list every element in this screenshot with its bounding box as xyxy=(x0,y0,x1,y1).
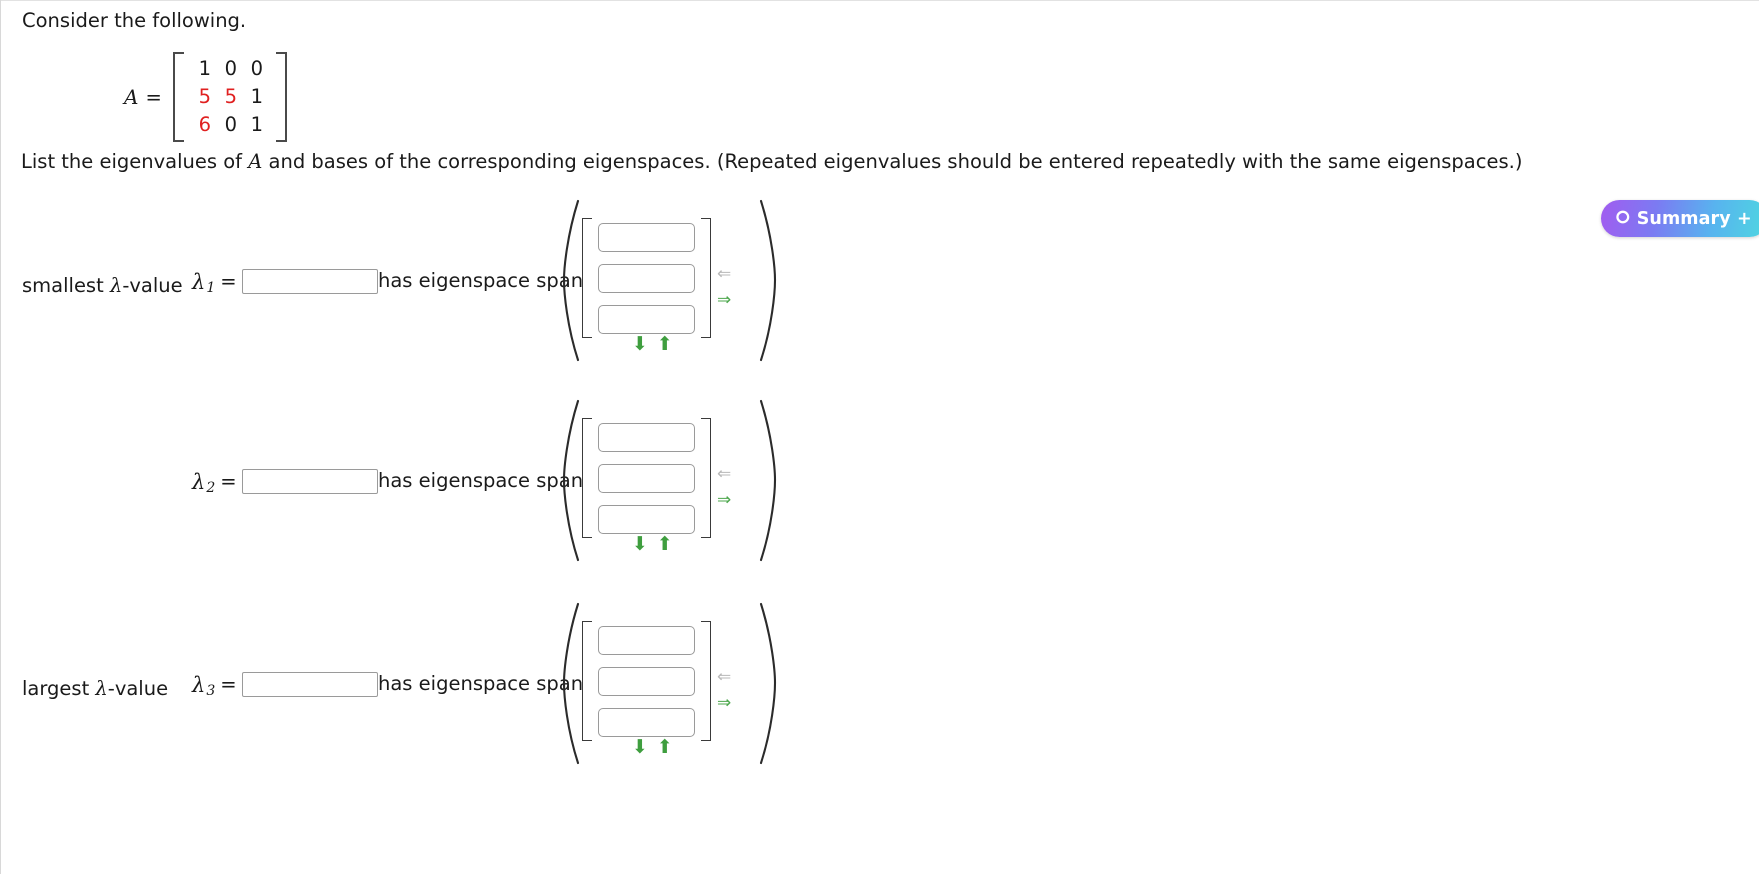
matrix-label: A xyxy=(124,85,139,109)
matrix-cell: 5 xyxy=(224,85,237,108)
arrow-down-icon[interactable]: ⬇ xyxy=(632,738,648,757)
arrow-up-icon[interactable]: ⬆ xyxy=(657,335,673,354)
eigen-row-2: λ2 = has eigenspace span ⇐ ⇒ ⬇ ⬆ xyxy=(0,395,1400,595)
top-divider xyxy=(0,0,1759,1)
rank-label-suffix: -value xyxy=(122,274,183,297)
eigenspace-span-label-2: has eigenspace span xyxy=(378,469,584,492)
arrow-up-icon[interactable]: ⬆ xyxy=(657,738,673,757)
vector-input-stack xyxy=(592,222,701,334)
arrow-right-icon[interactable]: ⇒ xyxy=(717,694,731,712)
vector-right-bracket xyxy=(701,218,711,338)
circle-plus-icon: ⭘ xyxy=(1616,208,1630,228)
vector-cell-2[interactable] xyxy=(598,463,695,493)
matrix-left-bracket xyxy=(172,52,184,142)
lambda-3-group: λ3 = xyxy=(192,672,378,699)
eigenspace-span-label-3: has eigenspace span xyxy=(378,672,584,695)
vector-left-bracket xyxy=(582,418,592,538)
lambda-subscript: 2 xyxy=(206,479,216,496)
vector-input-stack xyxy=(592,625,701,737)
vector-side-arrow-controls: ⇐ ⇒ xyxy=(717,668,731,712)
eigenspace-span-label-1: has eigenspace span xyxy=(378,269,584,292)
lambda-symbol: λ xyxy=(192,269,206,294)
instruction-part-1: List the eigenvalues of xyxy=(21,150,249,173)
lambda-equals: = xyxy=(220,673,237,696)
matrix-cell: 0 xyxy=(250,57,263,80)
matrix-A: A = 1 0 0 5 5 1 6 0 1 xyxy=(124,52,287,142)
right-paren xyxy=(757,601,779,765)
lambda-2-input[interactable] xyxy=(241,469,378,494)
vector-side-arrow-controls: ⇐ ⇒ xyxy=(717,265,731,309)
vector-bracket-group xyxy=(582,216,711,340)
rank-label-lambda: λ xyxy=(109,274,123,297)
lambda-1-input[interactable] xyxy=(241,269,378,294)
largest-lambda-label: largest λ-value xyxy=(22,677,168,700)
arrow-up-icon[interactable]: ⬆ xyxy=(657,535,673,554)
lambda-symbol: λ xyxy=(192,469,206,494)
vector-cell-2[interactable] xyxy=(598,263,695,293)
arrow-down-icon[interactable]: ⬇ xyxy=(632,335,648,354)
vector-cell-3[interactable] xyxy=(598,504,695,534)
arrow-down-icon[interactable]: ⬇ xyxy=(632,535,648,554)
arrow-left-icon[interactable]: ⇐ xyxy=(717,465,731,483)
matrix-cell: 1 xyxy=(250,113,263,136)
rank-label-lambda: λ xyxy=(95,677,108,700)
matrix-cell: 5 xyxy=(198,85,211,108)
page-prompt: Consider the following. xyxy=(22,9,247,32)
right-paren xyxy=(757,398,779,562)
vector-bottom-arrow-controls-1: ⬇ ⬆ xyxy=(632,335,673,354)
arrow-right-icon[interactable]: ⇒ xyxy=(717,291,731,309)
summary-button[interactable]: ⭘ Summary + xyxy=(1601,200,1759,237)
matrix-cell: 6 xyxy=(198,113,211,136)
lambda-2-group: λ2 = xyxy=(192,469,378,496)
lambda-subscript: 1 xyxy=(206,279,216,296)
vector-cell-1[interactable] xyxy=(598,422,695,452)
eigen-row-1: smallest λ-value λ1 = has eigenspace spa… xyxy=(0,195,1400,395)
problem-page: Consider the following. A = 1 0 0 5 5 1 … xyxy=(0,0,1759,874)
vector-left-bracket xyxy=(582,218,592,338)
rank-label-prefix: largest xyxy=(22,677,96,700)
matrix-cell: 1 xyxy=(250,85,263,108)
matrix-cell: 1 xyxy=(198,57,211,80)
vector-right-bracket xyxy=(701,621,711,741)
vector-cell-1[interactable] xyxy=(598,625,695,655)
vector-bottom-arrow-controls-2: ⬇ ⬆ xyxy=(632,535,673,554)
left-paren xyxy=(560,398,582,562)
lambda-equals: = xyxy=(220,270,237,293)
instruction-matrix-var: A xyxy=(248,150,263,173)
vector-left-bracket xyxy=(582,621,592,741)
lambda-1-group: λ1 = xyxy=(192,269,378,296)
eigen-row-3: largest λ-value λ3 = has eigenspace span xyxy=(0,598,1400,798)
arrow-right-icon[interactable]: ⇒ xyxy=(717,491,731,509)
vector-bracket-group xyxy=(582,416,711,540)
vector-right-bracket xyxy=(701,418,711,538)
rank-label-suffix: -value xyxy=(107,677,169,700)
vector-cell-3[interactable] xyxy=(598,304,695,334)
vector-side-arrow-controls: ⇐ ⇒ xyxy=(717,465,731,509)
vector-cell-3[interactable] xyxy=(598,707,695,737)
instruction-part-2: and bases of the corresponding eigenspac… xyxy=(262,150,1523,173)
lambda-symbol: λ xyxy=(192,672,206,697)
vector-cell-1[interactable] xyxy=(598,222,695,252)
rank-label-prefix: smallest xyxy=(22,274,110,297)
left-paren xyxy=(560,198,582,362)
left-paren xyxy=(560,601,582,765)
lambda-equals: = xyxy=(220,470,237,493)
vector-input-stack xyxy=(592,422,701,534)
lambda-3-input[interactable] xyxy=(241,672,378,697)
arrow-left-icon[interactable]: ⇐ xyxy=(717,668,731,686)
matrix-cell: 0 xyxy=(224,113,237,136)
summary-button-label: Summary + xyxy=(1636,208,1752,229)
vector-bracket-group xyxy=(582,619,711,743)
lambda-subscript: 3 xyxy=(206,682,216,699)
matrix-grid: 1 0 0 5 5 1 6 0 1 xyxy=(184,52,276,142)
instruction-text: List the eigenvalues of A and bases of t… xyxy=(21,150,1522,174)
matrix-right-bracket xyxy=(275,52,287,142)
arrow-left-icon[interactable]: ⇐ xyxy=(717,265,731,283)
vector-cell-2[interactable] xyxy=(598,666,695,696)
matrix-cell: 0 xyxy=(224,57,237,80)
right-paren xyxy=(757,198,779,362)
vector-bottom-arrow-controls-3: ⬇ ⬆ xyxy=(632,738,673,757)
smallest-lambda-label: smallest λ-value xyxy=(22,274,183,297)
matrix-equals: = xyxy=(145,85,162,109)
